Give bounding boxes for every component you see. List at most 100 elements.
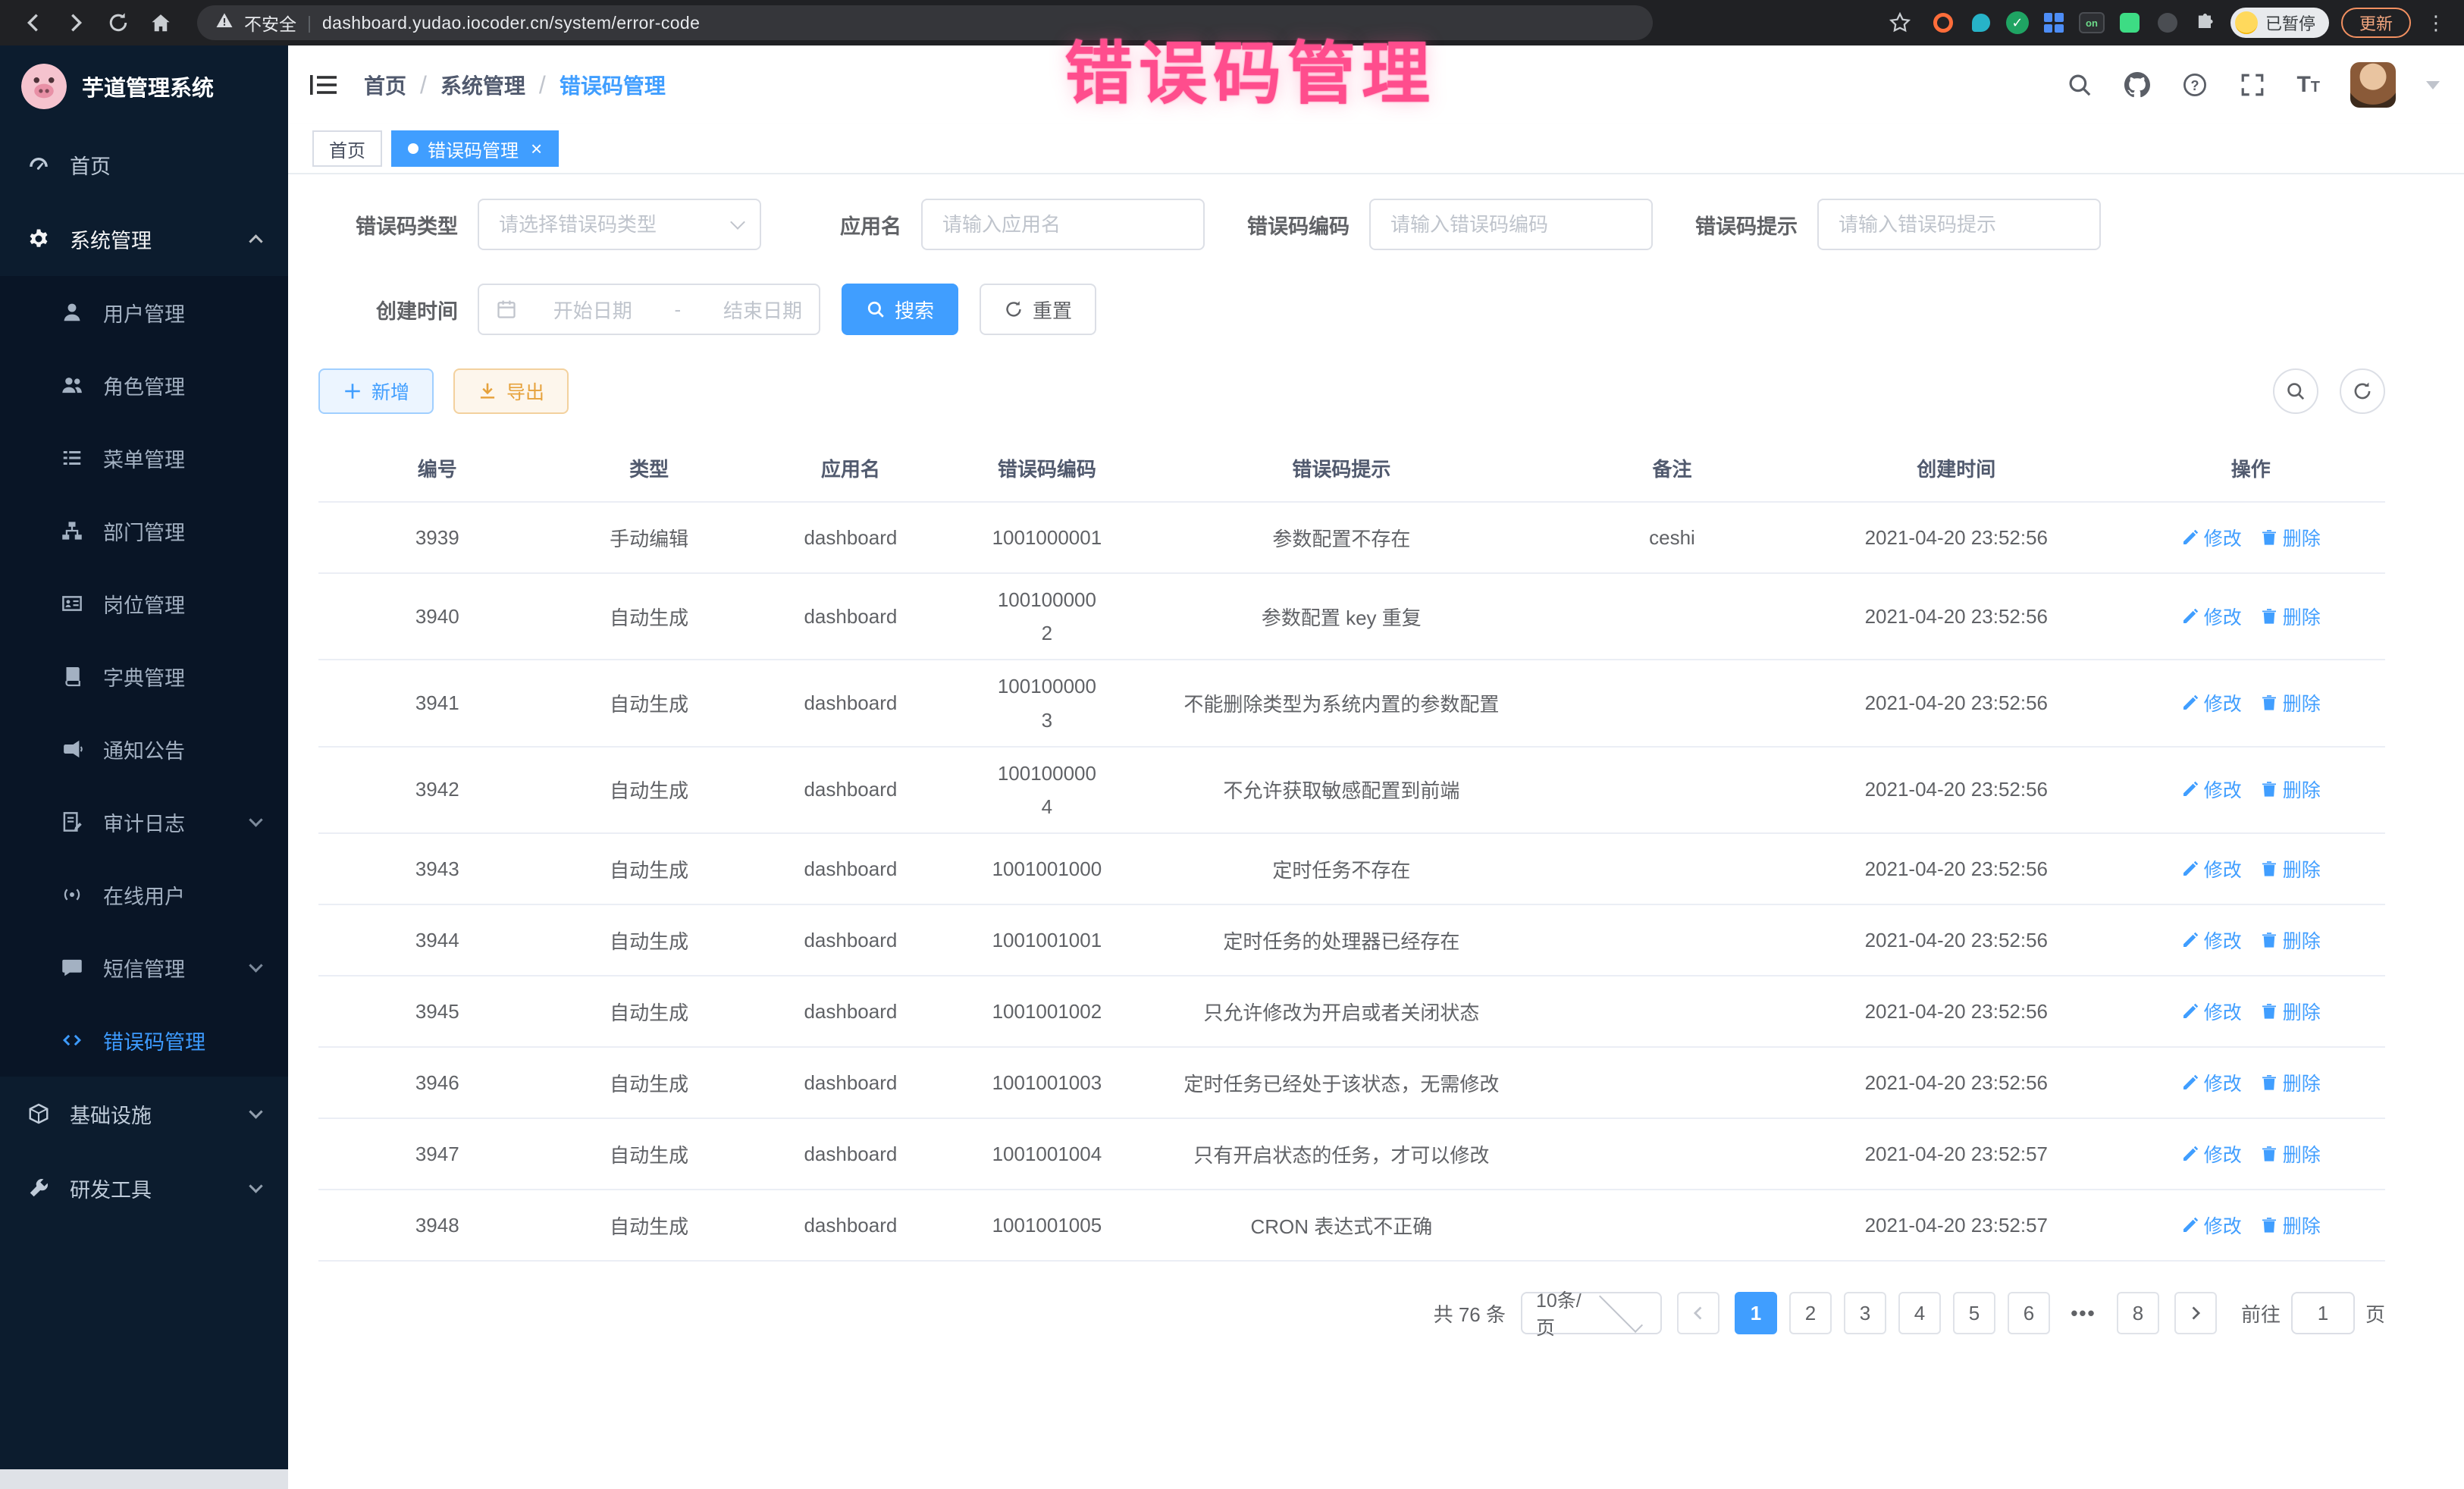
page-size-select[interactable]: 10条/页 xyxy=(1521,1292,1662,1334)
page-button-5[interactable]: 5 xyxy=(1953,1292,1995,1334)
prev-page-button[interactable] xyxy=(1677,1292,1719,1334)
tab-error-code[interactable]: 错误码管理 × xyxy=(391,130,559,167)
page-button-4[interactable]: 4 xyxy=(1898,1292,1941,1334)
reload-icon[interactable] xyxy=(100,5,136,41)
user-avatar[interactable] xyxy=(2350,62,2396,108)
sidebar-item-角色管理[interactable]: 角色管理 xyxy=(0,349,288,422)
delete-link[interactable]: 删除 xyxy=(2260,1069,2321,1096)
app-name-field[interactable] xyxy=(921,199,1205,250)
bookmark-star-icon[interactable] xyxy=(1882,5,1918,41)
sidebar-collapse-bar[interactable] xyxy=(0,1469,288,1489)
error-code-type-input[interactable] xyxy=(496,212,723,238)
page-button-2[interactable]: 2 xyxy=(1789,1292,1832,1334)
end-date-placeholder[interactable]: 结束日期 xyxy=(723,296,802,324)
edit-link[interactable]: 修改 xyxy=(2181,1140,2242,1168)
extensions-puzzle-icon[interactable] xyxy=(2193,10,2218,36)
breadcrumb-home[interactable]: 首页 xyxy=(364,70,406,100)
export-button[interactable]: 导出 xyxy=(453,368,569,414)
breadcrumb-system[interactable]: 系统管理 xyxy=(440,70,525,100)
collapse-sidebar-icon[interactable] xyxy=(309,74,337,96)
sidebar-item-部门管理[interactable]: 部门管理 xyxy=(0,494,288,567)
refresh-table-icon[interactable] xyxy=(2340,368,2385,414)
delete-link[interactable]: 删除 xyxy=(2260,776,2321,803)
url-bar[interactable]: 不安全 | dashboard.yudao.iocoder.cn/system/… xyxy=(197,5,1653,40)
delete-link[interactable]: 删除 xyxy=(2260,855,2321,882)
next-page-button[interactable] xyxy=(2174,1292,2217,1334)
tab-home[interactable]: 首页 xyxy=(312,130,382,167)
sidebar-item-短信管理[interactable]: 短信管理 xyxy=(0,931,288,1004)
edit-link[interactable]: 修改 xyxy=(2181,1069,2242,1096)
error-code-input[interactable] xyxy=(1387,212,1635,238)
edit-link[interactable]: 修改 xyxy=(2181,855,2242,882)
sidebar-item-岗位管理[interactable]: 岗位管理 xyxy=(0,567,288,640)
delete-link[interactable]: 删除 xyxy=(2260,603,2321,630)
security-label[interactable]: 不安全 xyxy=(244,10,296,36)
edit-link[interactable]: 修改 xyxy=(2181,926,2242,954)
edit-link[interactable]: 修改 xyxy=(2181,998,2242,1025)
sidebar-item-基础设施[interactable]: 基础设施 xyxy=(0,1077,288,1151)
search-icon[interactable] xyxy=(2066,71,2093,99)
add-button[interactable]: 新增 xyxy=(318,368,434,414)
sidebar-item-label: 角色管理 xyxy=(103,371,185,400)
sidebar-item-首页[interactable]: 首页 xyxy=(0,127,288,202)
browser-menu-kebab-icon[interactable]: ⋮ xyxy=(2423,11,2449,35)
error-code-field[interactable] xyxy=(1369,199,1653,250)
page-button-6[interactable]: 6 xyxy=(2008,1292,2050,1334)
edit-link[interactable]: 修改 xyxy=(2181,524,2242,551)
help-icon[interactable]: ? xyxy=(2181,71,2209,99)
show-search-toggle-icon[interactable] xyxy=(2273,368,2318,414)
app-name-input[interactable] xyxy=(939,212,1187,238)
update-button[interactable]: 更新 xyxy=(2341,8,2411,38)
home-icon[interactable] xyxy=(143,5,179,41)
forward-icon[interactable] xyxy=(58,5,94,41)
edit-link[interactable]: 修改 xyxy=(2181,603,2242,630)
sidebar-item-用户管理[interactable]: 用户管理 xyxy=(0,276,288,349)
sidebar-item-研发工具[interactable]: 研发工具 xyxy=(0,1151,288,1225)
delete-link[interactable]: 删除 xyxy=(2260,689,2321,716)
start-date-placeholder[interactable]: 开始日期 xyxy=(553,296,632,324)
close-tab-icon[interactable]: × xyxy=(531,139,542,158)
date-range-picker[interactable]: 开始日期 - 结束日期 xyxy=(478,284,820,335)
sidebar-item-字典管理[interactable]: 字典管理 xyxy=(0,640,288,713)
edit-link[interactable]: 修改 xyxy=(2181,689,2242,716)
page-ellipsis[interactable]: ••• xyxy=(2062,1292,2105,1334)
edit-link[interactable]: 修改 xyxy=(2181,776,2242,803)
search-button[interactable]: 搜索 xyxy=(842,284,958,335)
back-icon[interactable] xyxy=(15,5,52,41)
profile-paused-badge[interactable]: 已暂停 xyxy=(2230,8,2329,38)
delete-link[interactable]: 删除 xyxy=(2260,1140,2321,1168)
error-code-type-select[interactable] xyxy=(478,199,761,250)
page-button-1[interactable]: 1 xyxy=(1735,1292,1777,1334)
edit-pen-icon xyxy=(2181,607,2199,625)
app-logo[interactable]: 芋道管理系统 xyxy=(0,45,288,127)
extension-icon-green[interactable] xyxy=(2117,10,2143,36)
extension-icon-check[interactable]: ✓ xyxy=(2006,11,2029,34)
delete-link[interactable]: 删除 xyxy=(2260,1212,2321,1239)
fullscreen-icon[interactable] xyxy=(2239,71,2266,99)
url-text[interactable]: dashboard.yudao.iocoder.cn/system/error-… xyxy=(322,13,700,33)
sidebar-item-在线用户[interactable]: 在线用户 xyxy=(0,858,288,931)
edit-link[interactable]: 修改 xyxy=(2181,1212,2242,1239)
delete-link[interactable]: 删除 xyxy=(2260,926,2321,954)
error-message-field[interactable] xyxy=(1817,199,2101,250)
delete-link[interactable]: 删除 xyxy=(2260,998,2321,1025)
extension-icon-drop[interactable] xyxy=(1968,10,1994,36)
reset-button[interactable]: 重置 xyxy=(980,284,1096,335)
font-size-icon[interactable]: TT xyxy=(2296,72,2320,98)
extension-icon-recorder[interactable] xyxy=(1930,10,1956,36)
goto-page-input[interactable] xyxy=(2291,1292,2355,1334)
user-menu-caret-icon[interactable] xyxy=(2426,81,2440,89)
page-button-3[interactable]: 3 xyxy=(1844,1292,1886,1334)
sidebar-item-菜单管理[interactable]: 菜单管理 xyxy=(0,422,288,494)
sidebar-item-审计日志[interactable]: 审计日志 xyxy=(0,785,288,858)
sidebar-item-系统管理[interactable]: 系统管理 xyxy=(0,202,288,276)
extension-icon-grid[interactable] xyxy=(2041,10,2067,36)
page-button-8[interactable]: 8 xyxy=(2117,1292,2159,1334)
sidebar-item-错误码管理[interactable]: 错误码管理 xyxy=(0,1004,288,1077)
extension-icon-dark[interactable] xyxy=(2155,10,2180,36)
delete-link[interactable]: 删除 xyxy=(2260,524,2321,551)
extension-icon-on-badge[interactable]: on xyxy=(2079,12,2105,33)
error-message-input[interactable] xyxy=(1835,212,2083,238)
github-icon[interactable] xyxy=(2124,71,2151,99)
sidebar-item-通知公告[interactable]: 通知公告 xyxy=(0,713,288,785)
